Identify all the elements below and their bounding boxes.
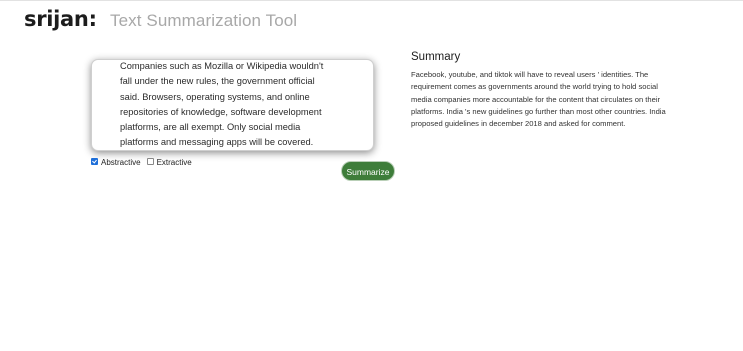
input-textarea-content: Companies such as Mozilla or Wikipedia w… [120, 61, 324, 148]
extractive-checkbox[interactable] [146, 158, 154, 165]
summary-heading: Summary [411, 51, 461, 63]
brand-logo: srijan: [24, 7, 97, 31]
header-divider [0, 0, 743, 1]
option-extractive[interactable]: Extractive [146, 158, 192, 167]
page-title: Text Summarization Tool [110, 11, 298, 30]
abstractive-checkbox[interactable] [91, 158, 98, 165]
abstractive-label: Abstractive [101, 158, 141, 167]
extractive-label: Extractive [156, 158, 192, 167]
summarization-mode-options: Abstractive Extractive [91, 158, 198, 167]
option-abstractive[interactable]: Abstractive [91, 158, 141, 167]
summary-text: Facebook, youtube, and tiktok will have … [411, 70, 666, 129]
summarize-button[interactable]: Summarize [341, 161, 395, 181]
